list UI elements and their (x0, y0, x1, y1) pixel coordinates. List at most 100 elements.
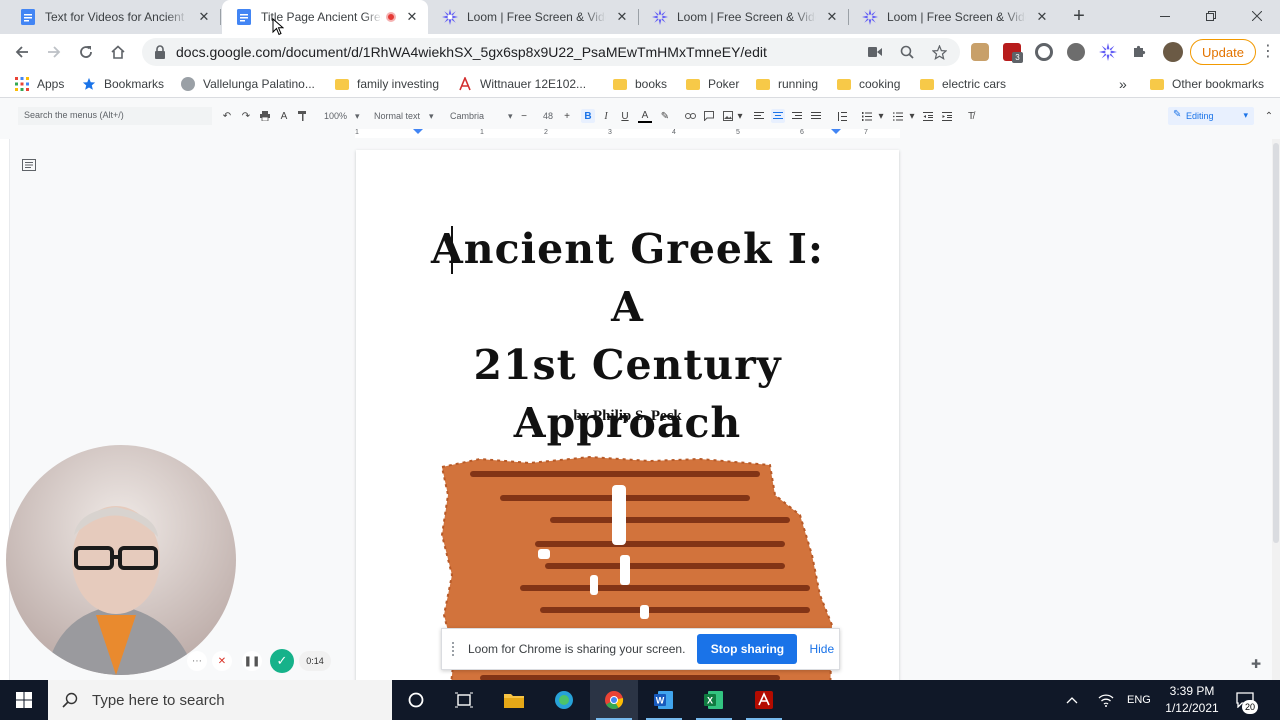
pause-icon[interactable]: ❚❚ (242, 651, 262, 671)
spellcheck-icon[interactable]: A (277, 109, 291, 123)
wifi-icon[interactable] (1098, 680, 1114, 720)
system-clock[interactable]: 3:39 PM 1/12/2021 (1160, 683, 1224, 717)
extension-icon[interactable] (971, 43, 989, 61)
decrease-font-size-icon[interactable]: − (517, 109, 531, 123)
bookmark-family-investing[interactable]: family investing (335, 75, 439, 93)
more-menu-icon[interactable]: ⋮ (1260, 43, 1276, 61)
bulleted-list-icon[interactable] (891, 109, 905, 123)
notifications-icon[interactable]: 20 (1236, 680, 1258, 720)
bookmark-books[interactable]: books (613, 75, 667, 93)
chevron-down-icon[interactable]: ▾ (874, 109, 888, 123)
shield-extension-icon[interactable]: 3 (1003, 43, 1023, 63)
increase-font-size-icon[interactable]: + (560, 109, 574, 123)
taskbar-search-box[interactable]: Type here to search (48, 680, 392, 720)
clear-formatting-icon[interactable]: T̸ (964, 109, 978, 123)
tab-loom-3[interactable]: Loom | Free Screen & Video Recording ✕ (848, 0, 1058, 34)
document-outline-icon[interactable] (22, 159, 36, 171)
paint-format-icon[interactable] (296, 109, 310, 123)
align-left-icon[interactable] (752, 109, 766, 123)
close-tab-icon[interactable]: ✕ (614, 9, 630, 25)
camera-icon[interactable] (866, 43, 884, 61)
author-byline[interactable]: by Philip S. Peck (356, 408, 899, 425)
tab-text-for-videos[interactable]: Text for Videos for Ancient Greek ✕ (6, 0, 220, 34)
bookmark-electric-cars[interactable]: electric cars (920, 75, 1006, 93)
collapse-menus-icon[interactable]: ⌃ (1262, 109, 1276, 123)
bookmark-running[interactable]: running (756, 75, 818, 93)
font-select[interactable]: Cambria ▾ (450, 109, 513, 123)
scrollbar-thumb[interactable] (1273, 143, 1279, 543)
undo-icon[interactable]: ↶ (220, 109, 234, 123)
highlight-icon[interactable]: ✎ (658, 109, 672, 123)
tab-loom-2[interactable]: Loom | Free Screen & Video Recording ✕ (638, 0, 848, 34)
reload-button[interactable] (74, 40, 98, 64)
chevron-down-icon[interactable]: ▾ (733, 109, 747, 123)
underline-icon[interactable]: U (618, 109, 632, 123)
other-bookmarks[interactable]: Other bookmarks (1150, 75, 1264, 93)
numbered-list-icon[interactable] (860, 109, 874, 123)
menu-search-input[interactable]: Search the menus (Alt+/) (18, 107, 212, 125)
comment-icon[interactable] (702, 109, 716, 123)
browser-app-icon[interactable] (540, 680, 588, 720)
align-right-icon[interactable] (790, 109, 804, 123)
language-indicator[interactable]: ENG (1127, 680, 1151, 720)
justify-icon[interactable] (809, 109, 823, 123)
italic-icon[interactable]: I (599, 109, 613, 123)
bookmark-poker[interactable]: Poker (686, 75, 739, 93)
word-icon[interactable]: W (640, 680, 688, 720)
acrobat-icon[interactable] (740, 680, 788, 720)
align-center-icon[interactable] (771, 109, 785, 123)
line-spacing-icon[interactable] (835, 109, 849, 123)
new-tab-button[interactable]: + (1068, 5, 1090, 27)
right-indent-marker[interactable] (831, 129, 841, 134)
text-color-icon[interactable]: A (638, 109, 652, 123)
style-select[interactable]: Normal text ▾ (374, 109, 434, 123)
minimize-button[interactable] (1142, 0, 1188, 32)
puzzle-extensions-icon[interactable] (1131, 43, 1149, 61)
finish-recording-icon[interactable]: ✓ (270, 649, 294, 673)
circle-extension-icon[interactable] (1035, 43, 1053, 61)
bookmark-apps[interactable]: Apps (15, 75, 64, 93)
bookmark-vallelunga[interactable]: Vallelunga Palatino... (181, 75, 315, 93)
file-explorer-icon[interactable] (490, 680, 538, 720)
bookmark-cooking[interactable]: cooking (837, 75, 900, 93)
decrease-indent-icon[interactable] (921, 109, 935, 123)
close-tab-icon[interactable]: ✕ (1034, 9, 1050, 25)
document-page[interactable]: Ancient Greek I: A 21st Century Approach… (356, 150, 899, 695)
chrome-icon[interactable] (590, 680, 638, 720)
bookmark-wittnauer[interactable]: Wittnauer 12E102... (458, 75, 586, 93)
close-tab-icon[interactable]: ✕ (824, 9, 840, 25)
editing-mode-button[interactable]: ✎ Editing ▾ (1168, 107, 1254, 125)
drag-handle-icon[interactable] (452, 642, 456, 656)
restore-button[interactable] (1188, 0, 1234, 32)
link-icon[interactable] (683, 109, 697, 123)
close-tab-icon[interactable]: ✕ (404, 9, 420, 25)
bookmark-star-icon[interactable] (930, 43, 948, 61)
chevron-down-icon[interactable]: ▾ (905, 109, 919, 123)
explore-icon[interactable]: ✚ (1248, 656, 1264, 672)
close-tab-icon[interactable]: ✕ (196, 9, 212, 25)
close-window-button[interactable] (1234, 0, 1280, 32)
start-button[interactable] (0, 680, 48, 720)
increase-indent-icon[interactable] (940, 109, 954, 123)
cortana-icon[interactable] (392, 680, 440, 720)
hide-button[interactable]: Hide (809, 642, 834, 656)
bold-icon[interactable]: B (581, 109, 595, 123)
bookmark-bookmarks[interactable]: Bookmarks (82, 75, 164, 93)
redo-icon[interactable]: ↷ (239, 109, 253, 123)
loom-icon[interactable] (1099, 43, 1117, 61)
update-button[interactable]: Update (1190, 39, 1256, 65)
webcam-bubble[interactable] (6, 445, 236, 675)
task-view-icon[interactable] (440, 680, 488, 720)
cancel-recording-icon[interactable]: ✕ (212, 651, 232, 671)
tab-title-page[interactable]: Title Page Ancient Greek ✕ (222, 0, 428, 34)
bookmarks-overflow-button[interactable]: » (1119, 75, 1127, 93)
zoom-select[interactable]: 100% ▾ (324, 109, 360, 123)
left-indent-marker[interactable] (413, 129, 423, 134)
turtle-extension-icon[interactable] (1067, 43, 1085, 61)
stop-sharing-button[interactable]: Stop sharing (697, 634, 798, 664)
zoom-icon[interactable] (898, 43, 916, 61)
back-button[interactable] (10, 40, 34, 64)
print-icon[interactable] (258, 109, 272, 123)
more-options-icon[interactable]: ⋯ (187, 651, 207, 671)
forward-button[interactable] (42, 40, 66, 64)
